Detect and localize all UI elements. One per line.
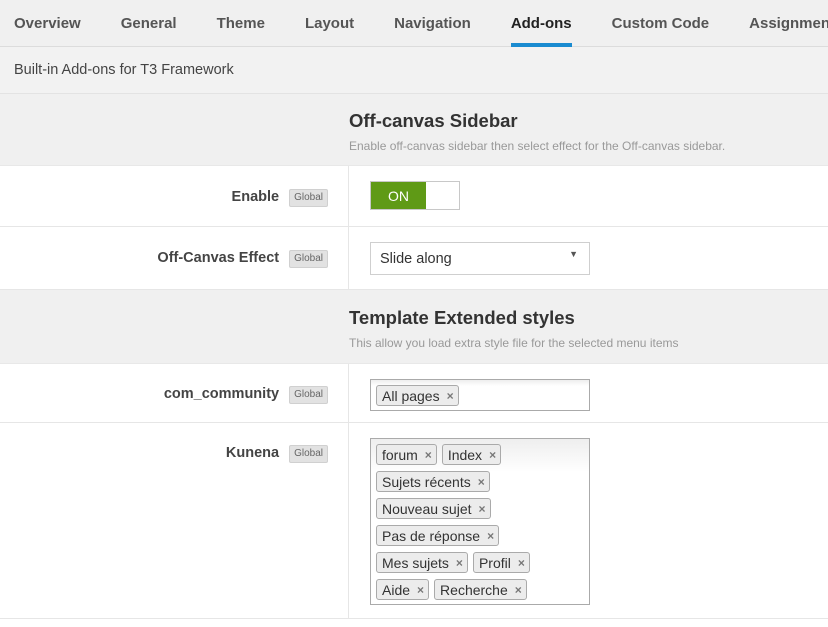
tag-chip: Aide × xyxy=(376,579,430,600)
tag-label: Aide xyxy=(382,581,411,598)
tag-line: Mes sujets × Profil × xyxy=(376,549,584,576)
close-icon[interactable]: × xyxy=(479,502,486,516)
tag-chip: Pas de réponse × xyxy=(376,525,500,546)
tag-line: Aide × Recherche × xyxy=(376,576,584,603)
tab-custom-code[interactable]: Custom Code xyxy=(592,0,730,46)
community-row: com_community Global All pages × xyxy=(0,364,828,423)
tag-label: Mes sujets xyxy=(382,554,449,571)
kunena-row: Kunena Global forum × Index × Sujets récen… xyxy=(0,423,828,619)
close-icon[interactable]: × xyxy=(489,448,496,462)
tag-line: Sujets récents × xyxy=(376,468,584,495)
tab-layout[interactable]: Layout xyxy=(285,0,374,46)
tag-chip: forum × xyxy=(376,444,437,465)
global-badge: Global xyxy=(289,445,328,463)
toggle-off-area xyxy=(426,182,459,209)
tab-assignment[interactable]: Assignment xyxy=(729,0,828,46)
tag-chip: Sujets récents × xyxy=(376,471,490,492)
tag-chip: Mes sujets × xyxy=(376,552,468,573)
tag-chip: Recherche × xyxy=(434,579,527,600)
global-badge: Global xyxy=(289,189,328,207)
tag-label: Recherche xyxy=(440,581,508,598)
enable-row: Enable Global ON xyxy=(0,166,828,227)
chevron-down-icon: ▼ xyxy=(569,249,578,259)
close-icon[interactable]: × xyxy=(518,556,525,570)
tab-general[interactable]: General xyxy=(101,0,197,46)
enable-toggle[interactable]: ON xyxy=(370,181,460,210)
section-description: This allow you load extra style file for… xyxy=(349,336,679,350)
extended-section-header: Template Extended styles This allow you … xyxy=(0,290,828,364)
offcanvas-effect-select[interactable]: Slide along ▼ xyxy=(370,242,590,275)
field-label: Enable xyxy=(231,189,280,205)
community-multiselect[interactable]: All pages × xyxy=(370,379,590,411)
effect-label-cell: Off-Canvas Effect Global xyxy=(0,227,349,289)
section-description: Enable off-canvas sidebar then select ef… xyxy=(349,139,726,153)
enable-label-cell: Enable Global xyxy=(0,166,349,226)
close-icon[interactable]: × xyxy=(417,583,424,597)
community-label-cell: com_community Global xyxy=(0,364,349,422)
select-value: Slide along xyxy=(380,250,452,267)
kunena-label-cell: Kunena Global xyxy=(0,423,349,618)
close-icon[interactable]: × xyxy=(425,448,432,462)
close-icon[interactable]: × xyxy=(447,389,454,403)
tab-overview[interactable]: Overview xyxy=(0,0,101,46)
tag-chip: Index × xyxy=(441,444,502,465)
close-icon[interactable]: × xyxy=(487,529,494,543)
section-title: Template Extended styles xyxy=(349,307,575,328)
global-badge: Global xyxy=(289,250,328,268)
tag-label: Profil xyxy=(478,554,511,571)
field-label: Off-Canvas Effect xyxy=(157,250,280,266)
tag-line: Pas de réponse × xyxy=(376,522,584,549)
enable-control-cell: ON xyxy=(349,166,828,226)
tag-line: Nouveau sujet × xyxy=(376,495,584,522)
tag-chip: Profil × xyxy=(472,552,530,573)
toggle-on-label: ON xyxy=(371,182,426,209)
kunena-control-cell: forum × Index × Sujets récents × Nouveau su… xyxy=(349,423,828,618)
offcanvas-section-header: Off-canvas Sidebar Enable off-canvas sid… xyxy=(0,94,828,166)
tab-theme[interactable]: Theme xyxy=(197,0,285,46)
kunena-multiselect[interactable]: forum × Index × Sujets récents × Nouveau su… xyxy=(370,438,590,605)
tag-line: All pages × xyxy=(376,382,584,409)
close-icon[interactable]: × xyxy=(456,556,463,570)
effect-control-cell: Slide along ▼ xyxy=(349,227,828,289)
tag-chip: All pages × xyxy=(376,385,459,406)
tag-label: All pages xyxy=(382,387,440,404)
tab-add-ons[interactable]: Add-ons xyxy=(491,0,592,47)
tag-label: Pas de réponse xyxy=(382,527,481,544)
tag-label: Nouveau sujet xyxy=(382,500,472,517)
tag-label: Index xyxy=(447,446,483,463)
field-label: Kunena xyxy=(225,445,280,461)
page-subtitle: Built-in Add-ons for T3 Framework xyxy=(0,47,828,94)
tag-label: Sujets récents xyxy=(382,473,471,490)
community-control-cell: All pages × xyxy=(349,364,828,422)
section-title: Off-canvas Sidebar xyxy=(349,110,518,131)
effect-row: Off-Canvas Effect Global Slide along ▼ xyxy=(0,227,828,290)
close-icon[interactable]: × xyxy=(515,583,522,597)
tab-navigation[interactable]: Navigation xyxy=(374,0,491,46)
field-label: com_community xyxy=(163,386,280,402)
tag-line: forum × Index × xyxy=(376,441,584,468)
tab-bar: Overview General Theme Layout Navigation… xyxy=(0,0,828,47)
close-icon[interactable]: × xyxy=(478,475,485,489)
global-badge: Global xyxy=(289,386,328,404)
tag-label: forum xyxy=(382,446,418,463)
tag-chip: Nouveau sujet × xyxy=(376,498,491,519)
